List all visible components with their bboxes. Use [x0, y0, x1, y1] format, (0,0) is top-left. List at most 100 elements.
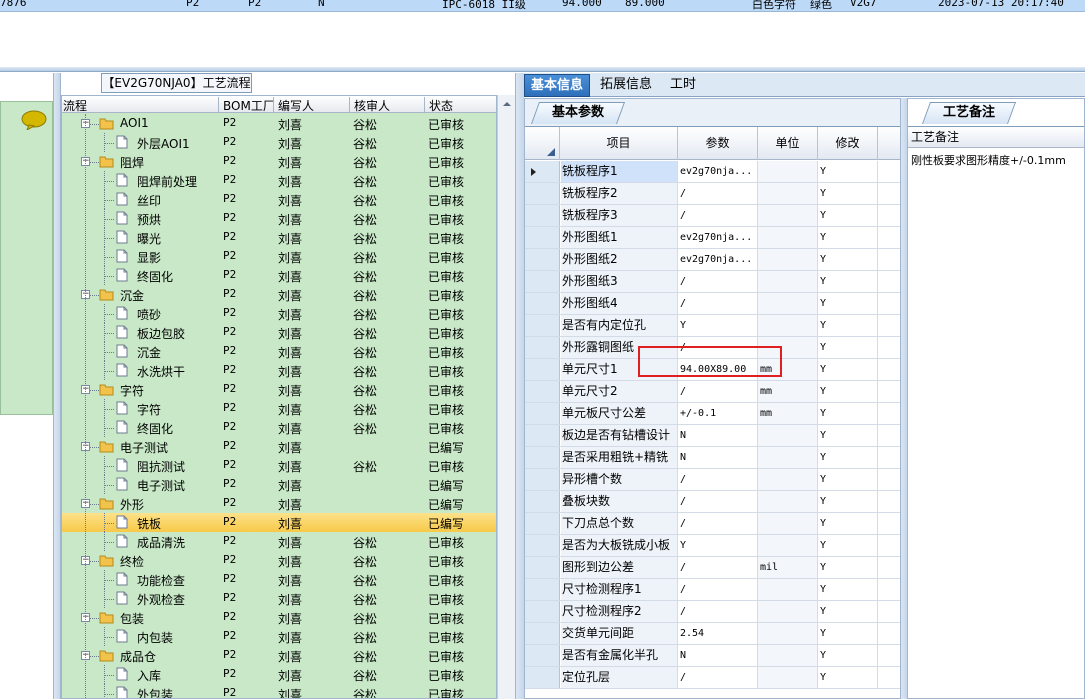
param-unit[interactable] [758, 315, 818, 336]
param-value[interactable]: +/-0.1 [678, 403, 758, 424]
param-modify[interactable]: Y [818, 645, 878, 666]
row-selector[interactable] [525, 491, 560, 512]
param-row[interactable]: 是否为大板铣成小板 Y Y [525, 535, 901, 557]
col-item-header[interactable]: 项目 [560, 127, 678, 160]
tab-process-notes[interactable]: 工艺备注 [922, 102, 1017, 124]
tree-group-row[interactable]: − 外形 P2 刘喜 已编写 [62, 494, 496, 513]
param-unit[interactable] [758, 425, 818, 446]
param-value[interactable]: / [678, 183, 758, 204]
param-modify[interactable]: Y [818, 249, 878, 270]
row-selector[interactable] [525, 381, 560, 402]
row-selector[interactable] [525, 249, 560, 270]
tree-group-row[interactable]: − 字符 P2 刘喜 谷松 已审核 [62, 380, 496, 399]
row-selector[interactable] [525, 293, 560, 314]
row-selector[interactable] [525, 359, 560, 380]
param-value[interactable]: / [678, 513, 758, 534]
param-value[interactable]: / [678, 667, 758, 688]
param-row[interactable]: 铣板程序3/ Y [525, 205, 901, 227]
tree-step-row[interactable]: 丝印 P2 刘喜 谷松 已审核 [62, 190, 496, 209]
tab-work-hours[interactable]: 工时 [664, 74, 702, 97]
tab-extended-info[interactable]: 拓展信息 [594, 74, 658, 97]
row-selector[interactable] [525, 337, 560, 358]
col-param-header[interactable]: 参数 [678, 127, 758, 160]
tree-step-row[interactable]: 字符 P2 刘喜 谷松 已审核 [62, 399, 496, 418]
top-record-row[interactable]: 7876 P2 P2 N IPC-6018 II级 94.000 89.000 … [0, 0, 1085, 12]
tree-step-row[interactable]: 铣板 P2 刘喜 已编写 [62, 513, 496, 532]
process-notes-text[interactable]: 刚性板要求图形精度+/-0.1mm [911, 152, 1066, 168]
param-modify[interactable]: Y [818, 293, 878, 314]
col-flow-header[interactable]: 流程 [62, 97, 87, 113]
scroll-up-icon[interactable] [498, 98, 516, 110]
param-unit[interactable] [758, 205, 818, 226]
col-reviewer-header[interactable]: 核审人 [349, 97, 390, 113]
param-unit[interactable] [758, 161, 818, 182]
param-modify[interactable]: Y [818, 227, 878, 248]
param-row[interactable]: 外形图纸3/ Y [525, 271, 901, 293]
param-modify[interactable]: Y [818, 205, 878, 226]
col-bom-header[interactable]: BOM工厂 [218, 97, 275, 113]
row-selector[interactable] [525, 623, 560, 644]
row-selector[interactable] [525, 315, 560, 336]
row-selector[interactable] [525, 469, 560, 490]
right-splitter[interactable] [900, 98, 907, 699]
param-modify[interactable]: Y [818, 667, 878, 688]
param-unit[interactable] [758, 491, 818, 512]
param-row[interactable]: 是否采用粗铣+精铣 N Y [525, 447, 901, 469]
row-selector[interactable] [525, 645, 560, 666]
param-row[interactable]: 单元板尺寸公差 +/-0.1 mm Y [525, 403, 901, 425]
param-modify[interactable]: Y [818, 447, 878, 468]
param-modify[interactable]: Y [818, 623, 878, 644]
tree-step-row[interactable]: 外观检查 P2 刘喜 谷松 已审核 [62, 589, 496, 608]
param-row[interactable]: 图形到边公差 / mil Y [525, 557, 901, 579]
param-value[interactable]: / [678, 579, 758, 600]
param-value[interactable]: / [678, 469, 758, 490]
tree-step-row[interactable]: 外包装 P2 刘喜 谷松 已审核 [62, 684, 496, 698]
param-value[interactable]: ev2g70nja... [678, 161, 758, 182]
param-value[interactable]: 2.54 [678, 623, 758, 644]
param-modify[interactable]: Y [818, 557, 878, 578]
param-row[interactable]: 铣板程序1 ev2g70nja... Y [525, 161, 901, 183]
tree-step-row[interactable]: 阻抗测试 P2 刘喜 谷松 已审核 [62, 456, 496, 475]
chat-bubble-icon[interactable] [21, 110, 47, 130]
param-modify[interactable]: Y [818, 469, 878, 490]
row-selector[interactable] [525, 227, 560, 248]
param-modify[interactable]: Y [818, 491, 878, 512]
param-modify[interactable]: Y [818, 579, 878, 600]
param-modify[interactable]: Y [818, 337, 878, 358]
param-unit[interactable] [758, 667, 818, 688]
param-unit[interactable] [758, 447, 818, 468]
param-modify[interactable]: Y [818, 183, 878, 204]
tree-group-row[interactable]: − 成品仓 P2 刘喜 谷松 已审核 [62, 646, 496, 665]
tree-step-row[interactable]: 显影 P2 刘喜 谷松 已审核 [62, 247, 496, 266]
param-modify[interactable]: Y [818, 315, 878, 336]
row-selector[interactable] [525, 579, 560, 600]
param-unit[interactable]: mil [758, 557, 818, 578]
row-selector[interactable] [525, 205, 560, 226]
param-row[interactable]: 外形图纸2 ev2g70nja... Y [525, 249, 901, 271]
col-unit-header[interactable]: 单位 [758, 127, 818, 160]
tree-step-row[interactable]: 功能检查 P2 刘喜 谷松 已审核 [62, 570, 496, 589]
tree-step-row[interactable]: 电子测试 P2 刘喜 已编写 [62, 475, 496, 494]
col-editor-header[interactable]: 编写人 [273, 97, 314, 113]
param-modify[interactable]: Y [818, 359, 878, 380]
param-unit[interactable] [758, 249, 818, 270]
param-modify[interactable]: Y [818, 271, 878, 292]
tree-step-row[interactable]: 阻焊前处理 P2 刘喜 谷松 已审核 [62, 171, 496, 190]
param-value[interactable]: / [678, 601, 758, 622]
param-value[interactable]: Y [678, 535, 758, 556]
grid-corner[interactable] [525, 127, 560, 160]
row-selector[interactable] [525, 557, 560, 578]
param-value[interactable]: N [678, 447, 758, 468]
tree-group-row[interactable]: − 包装 P2 刘喜 谷松 已审核 [62, 608, 496, 627]
tree-group-row[interactable]: − 沉金 P2 刘喜 谷松 已审核 [62, 285, 496, 304]
param-value[interactable]: / [678, 491, 758, 512]
tree-step-row[interactable]: 终固化 P2 刘喜 谷松 已审核 [62, 418, 496, 437]
param-unit[interactable] [758, 535, 818, 556]
tab-basic-params[interactable]: 基本参数 [531, 102, 626, 124]
tree-step-row[interactable]: 沉金 P2 刘喜 谷松 已审核 [62, 342, 496, 361]
tree-group-row[interactable]: − 阻焊 P2 刘喜 谷松 已审核 [62, 152, 496, 171]
param-unit[interactable] [758, 293, 818, 314]
param-unit[interactable] [758, 271, 818, 292]
tree-step-row[interactable]: 喷砂 P2 刘喜 谷松 已审核 [62, 304, 496, 323]
row-selector[interactable] [525, 667, 560, 688]
